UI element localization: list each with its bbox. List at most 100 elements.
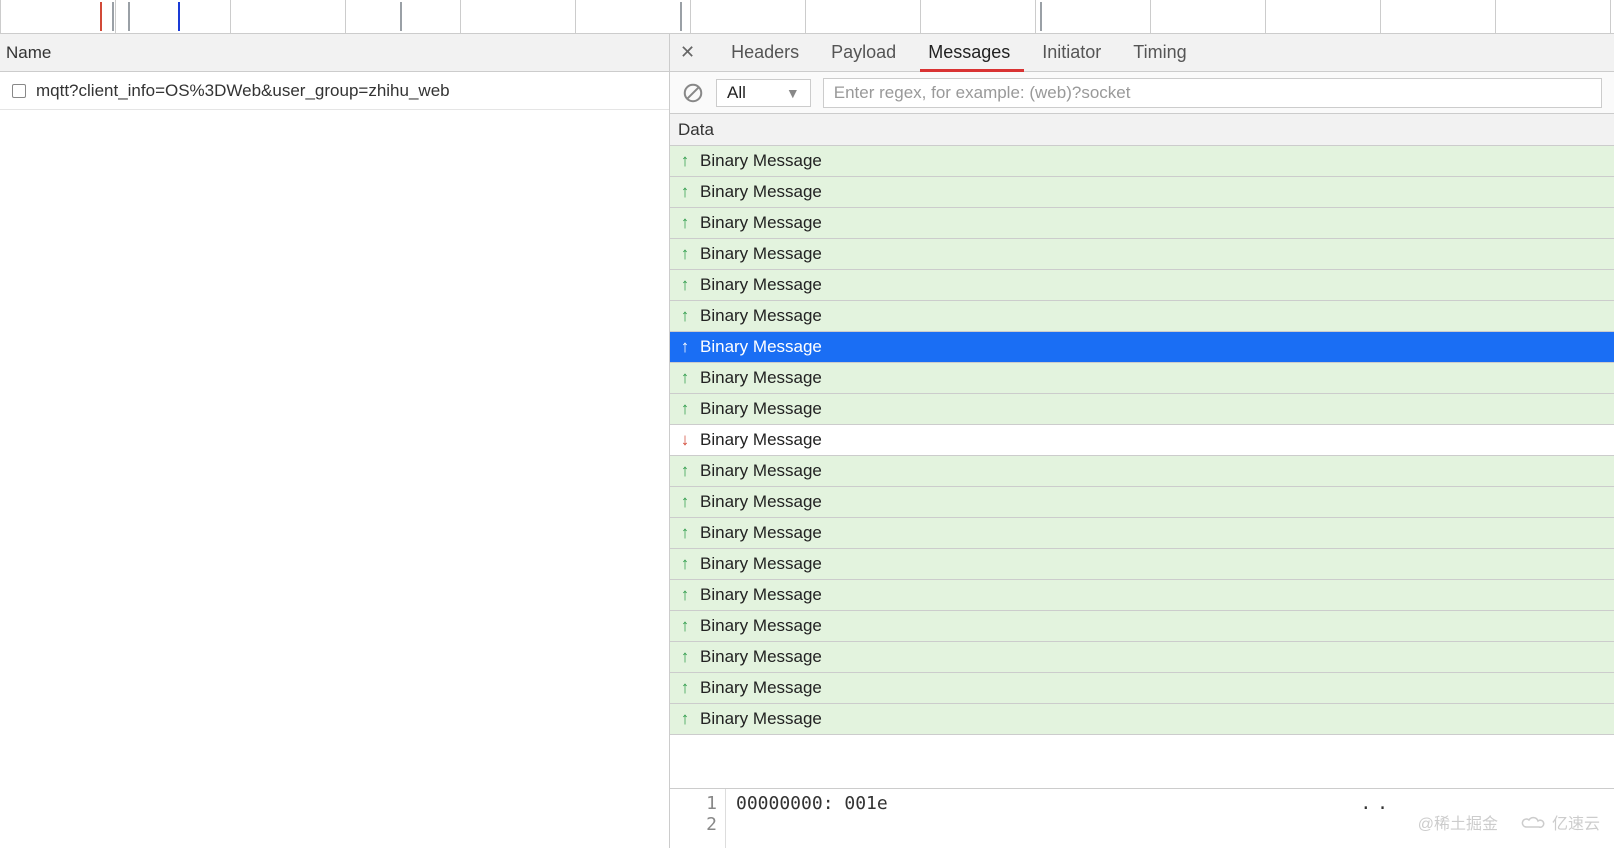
message-label: Binary Message xyxy=(700,213,822,233)
message-row[interactable]: ↑Binary Message xyxy=(670,549,1614,580)
tab-initiator[interactable]: Initiator xyxy=(1040,36,1103,69)
message-row[interactable]: ↑ Binary Message xyxy=(670,363,1614,394)
hex-ascii: .. xyxy=(1360,793,1394,814)
message-label: Binary Message xyxy=(700,399,822,419)
timeline-mark xyxy=(1040,2,1042,31)
arrow-up-icon: ↑ xyxy=(678,151,692,171)
request-row[interactable]: mqtt?client_info=OS%3DWeb&user_group=zhi… xyxy=(0,72,669,110)
arrow-up-icon: ↑ xyxy=(678,523,692,543)
message-row[interactable]: ↑ Binary Message xyxy=(670,487,1614,518)
message-label: Binary Message xyxy=(700,523,822,543)
arrow-up-icon: ↑ xyxy=(678,182,692,202)
message-row[interactable]: ↑Binary Message xyxy=(670,332,1614,363)
arrow-up-icon: ↑ xyxy=(678,492,692,512)
message-row[interactable]: ↑ Binary Message xyxy=(670,673,1614,704)
timeline-tick xyxy=(575,0,576,33)
timeline-tick xyxy=(1150,0,1151,33)
timeline-mark xyxy=(100,2,102,31)
message-row[interactable]: ↑ Binary Message xyxy=(670,177,1614,208)
hex-line-number: 2 xyxy=(678,814,717,835)
timeline-mark xyxy=(178,2,180,31)
timeline-tick xyxy=(1265,0,1266,33)
message-label: Binary Message xyxy=(700,616,822,636)
timeline-strip xyxy=(0,0,1614,34)
messages-list[interactable]: ↑ Binary Message ↑ Binary Message ↑ Binary Me… xyxy=(670,146,1614,788)
message-filter-input[interactable] xyxy=(823,78,1602,108)
message-row[interactable]: ↑ Binary Message xyxy=(670,456,1614,487)
arrow-up-icon: ↑ xyxy=(678,368,692,388)
tab-payload[interactable]: Payload xyxy=(829,36,898,69)
arrow-up-icon: ↑ xyxy=(678,244,692,264)
arrow-up-icon: ↑ xyxy=(678,275,692,295)
arrow-up-icon: ↑ xyxy=(678,616,692,636)
timeline-mark xyxy=(112,2,114,31)
timeline-tick xyxy=(1495,0,1496,33)
clear-filter-icon[interactable] xyxy=(682,82,704,104)
tab-active-indicator xyxy=(920,69,1024,72)
timeline-mark xyxy=(128,2,130,31)
message-row[interactable]: ↑ Binary Message xyxy=(670,301,1614,332)
message-label: Binary Message xyxy=(700,244,822,264)
message-label: Binary Message xyxy=(700,585,822,605)
arrow-up-icon: ↑ xyxy=(678,213,692,233)
arrow-up-icon: ↑ xyxy=(678,585,692,605)
timeline-tick xyxy=(115,0,116,33)
timeline-mark xyxy=(680,2,682,31)
tab-label: Payload xyxy=(831,42,896,62)
arrow-up-icon: ↑ xyxy=(678,306,692,326)
message-row[interactable]: ↑Binary Message xyxy=(670,642,1614,673)
message-label: Binary Message xyxy=(700,306,822,326)
message-row[interactable]: ↓Binary Message xyxy=(670,425,1614,456)
message-label: Binary Message xyxy=(700,151,822,171)
message-label: Binary Message xyxy=(700,182,822,202)
messages-filter-bar: All ▼ xyxy=(670,72,1614,114)
message-row[interactable]: ↑ Binary Message xyxy=(670,611,1614,642)
message-label: Binary Message xyxy=(700,647,822,667)
message-row[interactable]: ↑ Binary Message xyxy=(670,239,1614,270)
dropdown-value: All xyxy=(727,83,746,103)
arrow-down-icon: ↓ xyxy=(678,430,692,450)
arrow-up-icon: ↑ xyxy=(678,709,692,729)
timeline-tick xyxy=(1035,0,1036,33)
data-column-header[interactable]: Data xyxy=(670,114,1614,146)
arrow-up-icon: ↑ xyxy=(678,678,692,698)
message-row[interactable]: ↑ Binary Message xyxy=(670,580,1614,611)
chevron-down-icon: ▼ xyxy=(786,85,800,101)
hex-viewer: 1 2 00000000: 001e .. xyxy=(670,788,1614,848)
message-row[interactable]: ↑ Binary Message xyxy=(670,270,1614,301)
data-column-label: Data xyxy=(678,120,714,140)
message-label: Binary Message xyxy=(700,461,822,481)
message-row[interactable]: ↑ Binary Message xyxy=(670,518,1614,549)
message-label: Binary Message xyxy=(700,368,822,388)
name-column-header[interactable]: Name xyxy=(0,34,669,72)
message-type-dropdown[interactable]: All ▼ xyxy=(716,79,811,107)
tabs-row: ✕ Headers Payload Messages Initiator Timing xyxy=(670,34,1614,72)
message-row[interactable]: ↑ Binary Message xyxy=(670,394,1614,425)
message-label: Binary Message xyxy=(700,275,822,295)
timeline-tick xyxy=(920,0,921,33)
timeline-tick xyxy=(1380,0,1381,33)
websocket-icon xyxy=(12,84,26,98)
message-label: Binary Message xyxy=(700,337,822,357)
message-row[interactable]: ↑Binary Message xyxy=(670,704,1614,735)
message-row[interactable]: ↑ Binary Message xyxy=(670,208,1614,239)
tab-label: Headers xyxy=(731,42,799,62)
message-row[interactable]: ↑ Binary Message xyxy=(670,146,1614,177)
arrow-up-icon: ↑ xyxy=(678,399,692,419)
hex-content[interactable]: 00000000: 001e .. xyxy=(726,789,1614,848)
requests-panel: Name mqtt?client_info=OS%3DWeb&user_grou… xyxy=(0,34,670,848)
timeline-tick xyxy=(230,0,231,33)
tab-label: Initiator xyxy=(1042,42,1101,62)
tab-timing[interactable]: Timing xyxy=(1131,36,1188,69)
close-panel-icon[interactable]: ✕ xyxy=(680,42,695,63)
hex-gutter: 1 2 xyxy=(670,789,726,848)
tab-messages[interactable]: Messages xyxy=(926,36,1012,69)
timeline-tick xyxy=(805,0,806,33)
message-label: Binary Message xyxy=(700,554,822,574)
message-label: Binary Message xyxy=(700,492,822,512)
message-label: Binary Message xyxy=(700,678,822,698)
arrow-up-icon: ↑ xyxy=(678,461,692,481)
request-label: mqtt?client_info=OS%3DWeb&user_group=zhi… xyxy=(36,81,450,101)
name-column-label: Name xyxy=(6,43,51,63)
tab-headers[interactable]: Headers xyxy=(729,36,801,69)
